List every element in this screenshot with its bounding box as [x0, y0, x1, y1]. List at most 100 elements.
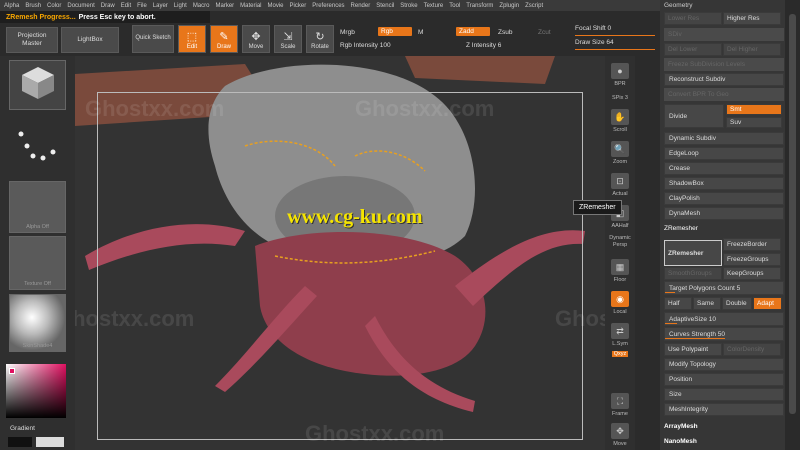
menu-item[interactable]: Draw	[101, 3, 115, 9]
freezegroups-button[interactable]: FreezeGroups	[723, 253, 781, 266]
quick-sketch-button[interactable]: Quick Sketch	[132, 25, 174, 53]
adapt-button[interactable]: Adapt	[753, 297, 782, 310]
smoothgroups-button[interactable]: SmoothGroups	[664, 267, 722, 280]
spix-slider[interactable]: SPix 3	[607, 88, 633, 102]
menu-item[interactable]: Light	[174, 3, 187, 9]
double-button[interactable]: Double	[722, 297, 752, 310]
keepgroups-button[interactable]: KeepGroups	[723, 267, 781, 280]
material-thumbnail[interactable]: SkinShade4	[9, 294, 66, 352]
edit-button[interactable]: ⬚ Edit	[178, 25, 206, 53]
rotate-button[interactable]: ↻ Rotate	[306, 25, 334, 53]
menu-item[interactable]: Transform	[466, 3, 493, 9]
bpr-button[interactable]: ● BPR	[607, 58, 633, 88]
edgeloop-button[interactable]: EdgeLoop	[664, 147, 784, 160]
use-polypaint-button[interactable]: Use Polypaint	[664, 343, 722, 356]
color-density-slider[interactable]: ColorDensity	[723, 343, 781, 356]
dynamesh-button[interactable]: DynaMesh	[664, 207, 784, 220]
freezeborder-button[interactable]: FreezeBorder	[723, 238, 781, 251]
menu-item[interactable]: Picker	[290, 3, 307, 9]
zcut-button[interactable]: Zcut	[538, 29, 551, 36]
menu-item[interactable]: Stencil	[376, 3, 394, 9]
draw-size-slider[interactable]: Draw Size 64	[575, 39, 655, 51]
menu-item[interactable]: Stroke	[400, 3, 417, 9]
menu-item[interactable]: Brush	[25, 3, 41, 9]
menu-item[interactable]: Alpha	[4, 3, 19, 9]
menu-item[interactable]: Color	[47, 3, 61, 9]
menu-item[interactable]: Edit	[121, 3, 131, 9]
modify-topology-button[interactable]: Modify Topology	[664, 358, 784, 371]
menu-item[interactable]: Tool	[449, 3, 460, 9]
zremesher-button[interactable]: ZRemesher	[664, 240, 722, 266]
secondary-color-swatch[interactable]	[36, 437, 64, 447]
nanomesh-header[interactable]: NanoMesh	[664, 438, 784, 445]
crease-button[interactable]: Crease	[664, 162, 784, 175]
smt-toggle[interactable]: Smt	[726, 104, 782, 115]
move-view-button[interactable]: ✥ Move	[607, 418, 633, 448]
dynamic-subdiv-button[interactable]: Dynamic Subdiv	[664, 132, 784, 145]
scrollbar-thumb[interactable]	[789, 14, 796, 414]
geometry-header[interactable]: Geometry	[664, 2, 784, 9]
convert-bpr-button[interactable]: Convert BPR To Geo	[664, 88, 784, 101]
shadowbox-button[interactable]: ShadowBox	[664, 177, 784, 190]
persp-button[interactable]: Dynamic Persp	[607, 228, 633, 250]
rgb-button[interactable]: Rgb	[378, 27, 412, 36]
m-button[interactable]: M	[418, 29, 423, 36]
sdiv-slider[interactable]: SDiv	[664, 28, 784, 41]
menu-item[interactable]: Marker	[215, 3, 234, 9]
color-picker[interactable]	[6, 364, 66, 418]
adaptive-size-slider[interactable]: AdaptiveSize 10	[664, 312, 784, 326]
actual-button[interactable]: ⊡ Actual	[607, 168, 633, 198]
menu-item[interactable]: Macro	[193, 3, 210, 9]
claypolish-button[interactable]: ClayPolish	[664, 192, 784, 205]
menu-item[interactable]: Preferences	[312, 3, 344, 9]
menu-item[interactable]: Document	[67, 3, 94, 9]
freeze-subdiv-button[interactable]: Freeze SubDivision Levels	[664, 58, 784, 71]
menu-item[interactable]: Zscript	[525, 3, 543, 9]
focal-shift-slider[interactable]: Focal Shift 0	[575, 25, 655, 37]
stroke-thumbnail[interactable]	[9, 122, 66, 176]
panel-scrollbar[interactable]	[785, 0, 800, 450]
floor-button[interactable]: ▦ Floor	[607, 254, 633, 284]
menu-item[interactable]: Material	[240, 3, 261, 9]
alpha-thumbnail[interactable]: Alpha Off	[9, 181, 66, 233]
zsub-button[interactable]: Zsub	[498, 29, 512, 36]
zoom-button[interactable]: 🔍 Zoom	[607, 136, 633, 166]
menu-item[interactable]: Movie	[268, 3, 284, 9]
scale-button[interactable]: ⇲ Scale	[274, 25, 302, 53]
menu-item[interactable]: Texture	[424, 3, 444, 9]
canvas-viewport[interactable]: Ghostxx.com Ghostxx.com Ghostxx.com Ghos…	[75, 56, 605, 450]
del-lower-button[interactable]: Del Lower	[664, 43, 722, 56]
z-intensity-slider[interactable]: Z Intensity 6	[466, 42, 501, 49]
zadd-button[interactable]: Zadd	[456, 27, 490, 36]
texture-thumbnail[interactable]: Texture Off	[9, 236, 66, 290]
scroll-button[interactable]: ✋ Scroll	[607, 104, 633, 134]
position-button[interactable]: Position	[664, 373, 784, 386]
divide-button[interactable]: Divide	[664, 104, 724, 128]
del-higher-button[interactable]: Del Higher	[723, 43, 781, 56]
zremesher-header[interactable]: ZRemesher	[664, 225, 784, 232]
menu-item[interactable]: Zplugin	[499, 3, 519, 9]
frame-button[interactable]: ⛶ Frame	[607, 388, 633, 418]
menu-item[interactable]: Render	[351, 3, 371, 9]
lower-res-button[interactable]: Lower Res	[664, 12, 722, 25]
qxyz-button[interactable]: Qxyz	[607, 344, 633, 358]
higher-res-button[interactable]: Higher Res	[723, 12, 781, 25]
lightbox-button[interactable]: LightBox	[61, 27, 119, 53]
menu-item[interactable]: File	[137, 3, 147, 9]
draw-button[interactable]: ✎ Draw	[210, 25, 238, 53]
suv-toggle[interactable]: Suv	[726, 117, 782, 128]
same-button[interactable]: Same	[693, 297, 721, 310]
curves-strength-slider[interactable]: Curves Strength 50	[664, 327, 784, 341]
tool-thumbnail[interactable]	[9, 60, 66, 110]
reconstruct-subdiv-button[interactable]: Reconstruct Subdiv	[664, 73, 784, 86]
mrgb-button[interactable]: Mrgb	[340, 29, 355, 36]
local-button[interactable]: ◉ Local	[607, 286, 633, 316]
rgb-intensity-slider[interactable]: Rgb Intensity 100	[340, 42, 391, 49]
menu-item[interactable]: Layer	[153, 3, 168, 9]
size-button[interactable]: Size	[664, 388, 784, 401]
projection-master-button[interactable]: Projection Master	[6, 27, 58, 53]
move-button[interactable]: ✥ Move	[242, 25, 270, 53]
target-polygons-slider[interactable]: Target Polygons Count 5	[664, 281, 784, 295]
main-color-swatch[interactable]	[8, 437, 32, 447]
meshintegrity-button[interactable]: MeshIntegrity	[664, 403, 784, 416]
